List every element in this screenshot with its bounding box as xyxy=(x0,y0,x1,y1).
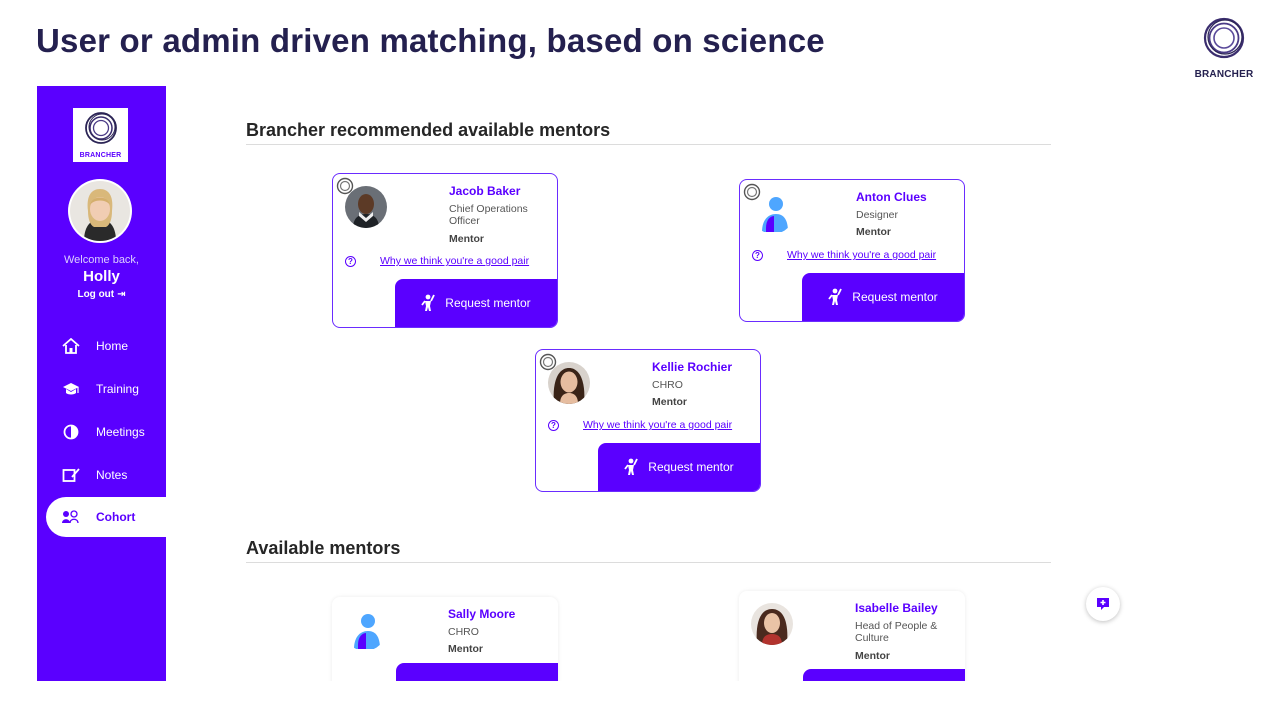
mentor-photo xyxy=(548,362,590,404)
request-mentor-button[interactable] xyxy=(803,669,965,681)
logout-link[interactable]: Log out ⇥ xyxy=(37,289,166,300)
sidebar-item-label: Home xyxy=(96,339,129,353)
request-mentor-button[interactable] xyxy=(396,663,558,681)
home-icon xyxy=(61,337,81,355)
request-mentor-button[interactable]: Request mentor xyxy=(395,279,557,327)
sidebar: BRANCHER Welcome back, Holly Log out ⇥ Ho… xyxy=(37,86,166,681)
divider xyxy=(246,562,1051,563)
add-comment-icon xyxy=(1097,598,1109,610)
avatar[interactable] xyxy=(68,179,132,243)
mentor-name[interactable]: Kellie Rochier xyxy=(652,360,732,374)
raise-hand-icon xyxy=(624,458,639,476)
request-mentor-label: Request mentor xyxy=(852,290,938,304)
user-photo xyxy=(70,181,130,241)
mentor-card: Kellie Rochier CHRO Mentor ? Why we thin… xyxy=(535,349,761,492)
mentor-name[interactable]: Sally Moore xyxy=(448,607,515,621)
mentor-name[interactable]: Isabelle Bailey xyxy=(855,601,938,615)
mentor-type: Mentor xyxy=(449,233,484,245)
mentor-card: Sally Moore CHRO Mentor xyxy=(332,597,558,681)
sidebar-item-label: Meetings xyxy=(96,425,145,439)
meetings-icon xyxy=(61,423,81,441)
welcome-text: Welcome back, xyxy=(64,254,139,266)
app-window: BRANCHER Welcome back, Holly Log out ⇥ Ho… xyxy=(37,86,1133,681)
mentor-role: Designer xyxy=(856,209,899,221)
mentor-type: Mentor xyxy=(856,226,891,238)
mentor-type: Mentor xyxy=(448,643,483,655)
sidebar-item-label: Training xyxy=(96,382,139,396)
request-mentor-button[interactable]: Request mentor xyxy=(802,273,964,321)
sidebar-item-notes[interactable]: Notes xyxy=(37,455,166,495)
feedback-button[interactable] xyxy=(1086,587,1120,621)
sidebar-item-meetings[interactable]: Meetings xyxy=(37,412,166,452)
raise-hand-icon xyxy=(421,294,436,312)
recommended-section-title: Brancher recommended available mentors xyxy=(246,120,611,140)
request-mentor-label: Request mentor xyxy=(648,460,734,474)
good-pair-link[interactable]: Why we think you're a good pair xyxy=(787,249,936,261)
brancher-logo-text: BRANCHER xyxy=(1194,69,1254,80)
sidebar-item-cohort[interactable]: Cohort xyxy=(46,497,166,537)
user-name: Holly xyxy=(83,268,120,285)
brancher-logo: BRANCHER xyxy=(1190,16,1258,80)
notes-icon xyxy=(61,466,81,484)
divider xyxy=(246,144,1051,145)
request-mentor-button[interactable]: Request mentor xyxy=(598,443,760,491)
sidebar-item-label: Notes xyxy=(96,468,128,482)
mentor-role: CHRO xyxy=(448,626,479,638)
cohort-icon xyxy=(61,508,81,526)
default-avatar-icon xyxy=(752,192,794,234)
good-pair-link[interactable]: Why we think you're a good pair xyxy=(380,255,529,267)
sidebar-item-training[interactable]: Training xyxy=(37,369,166,409)
sidebar-item-label: Cohort xyxy=(96,510,136,524)
logout-label: Log out xyxy=(77,289,115,300)
mentor-card: Anton Clues Designer Mentor ? Why we thi… xyxy=(739,179,965,322)
mentor-role: Head of People & Culture xyxy=(855,620,938,644)
brancher-logo-icon xyxy=(84,112,117,144)
mentor-type: Mentor xyxy=(652,396,687,408)
mentor-role: CHRO xyxy=(652,379,683,391)
mentor-role: Chief Operations Officer xyxy=(449,203,528,227)
graduation-cap-icon xyxy=(61,380,81,398)
help-icon: ? xyxy=(752,250,763,261)
good-pair-link[interactable]: Why we think you're a good pair xyxy=(583,419,732,431)
mentor-card: Isabelle Bailey Head of People & Culture… xyxy=(739,591,965,681)
mentor-name[interactable]: Anton Clues xyxy=(856,190,927,204)
mentor-photo xyxy=(345,186,387,228)
mentor-card: Jacob Baker Chief Operations Officer Men… xyxy=(332,173,558,328)
request-mentor-label: Request mentor xyxy=(445,296,531,310)
sidebar-logo-text: BRANCHER xyxy=(79,152,122,159)
mentor-type: Mentor xyxy=(855,650,890,662)
logout-icon: ⇥ xyxy=(117,289,126,300)
brancher-logo-icon xyxy=(1203,17,1245,59)
default-avatar-icon xyxy=(344,609,386,651)
sidebar-logo[interactable]: BRANCHER xyxy=(73,108,128,162)
help-icon: ? xyxy=(548,420,559,431)
mentor-name[interactable]: Jacob Baker xyxy=(449,184,520,198)
sidebar-item-home[interactable]: Home xyxy=(37,326,166,366)
slide-title: User or admin driven matching, based on … xyxy=(36,22,825,59)
available-section-title: Available mentors xyxy=(246,538,401,558)
raise-hand-icon xyxy=(828,288,843,306)
help-icon: ? xyxy=(345,256,356,267)
mentor-photo xyxy=(751,603,793,645)
